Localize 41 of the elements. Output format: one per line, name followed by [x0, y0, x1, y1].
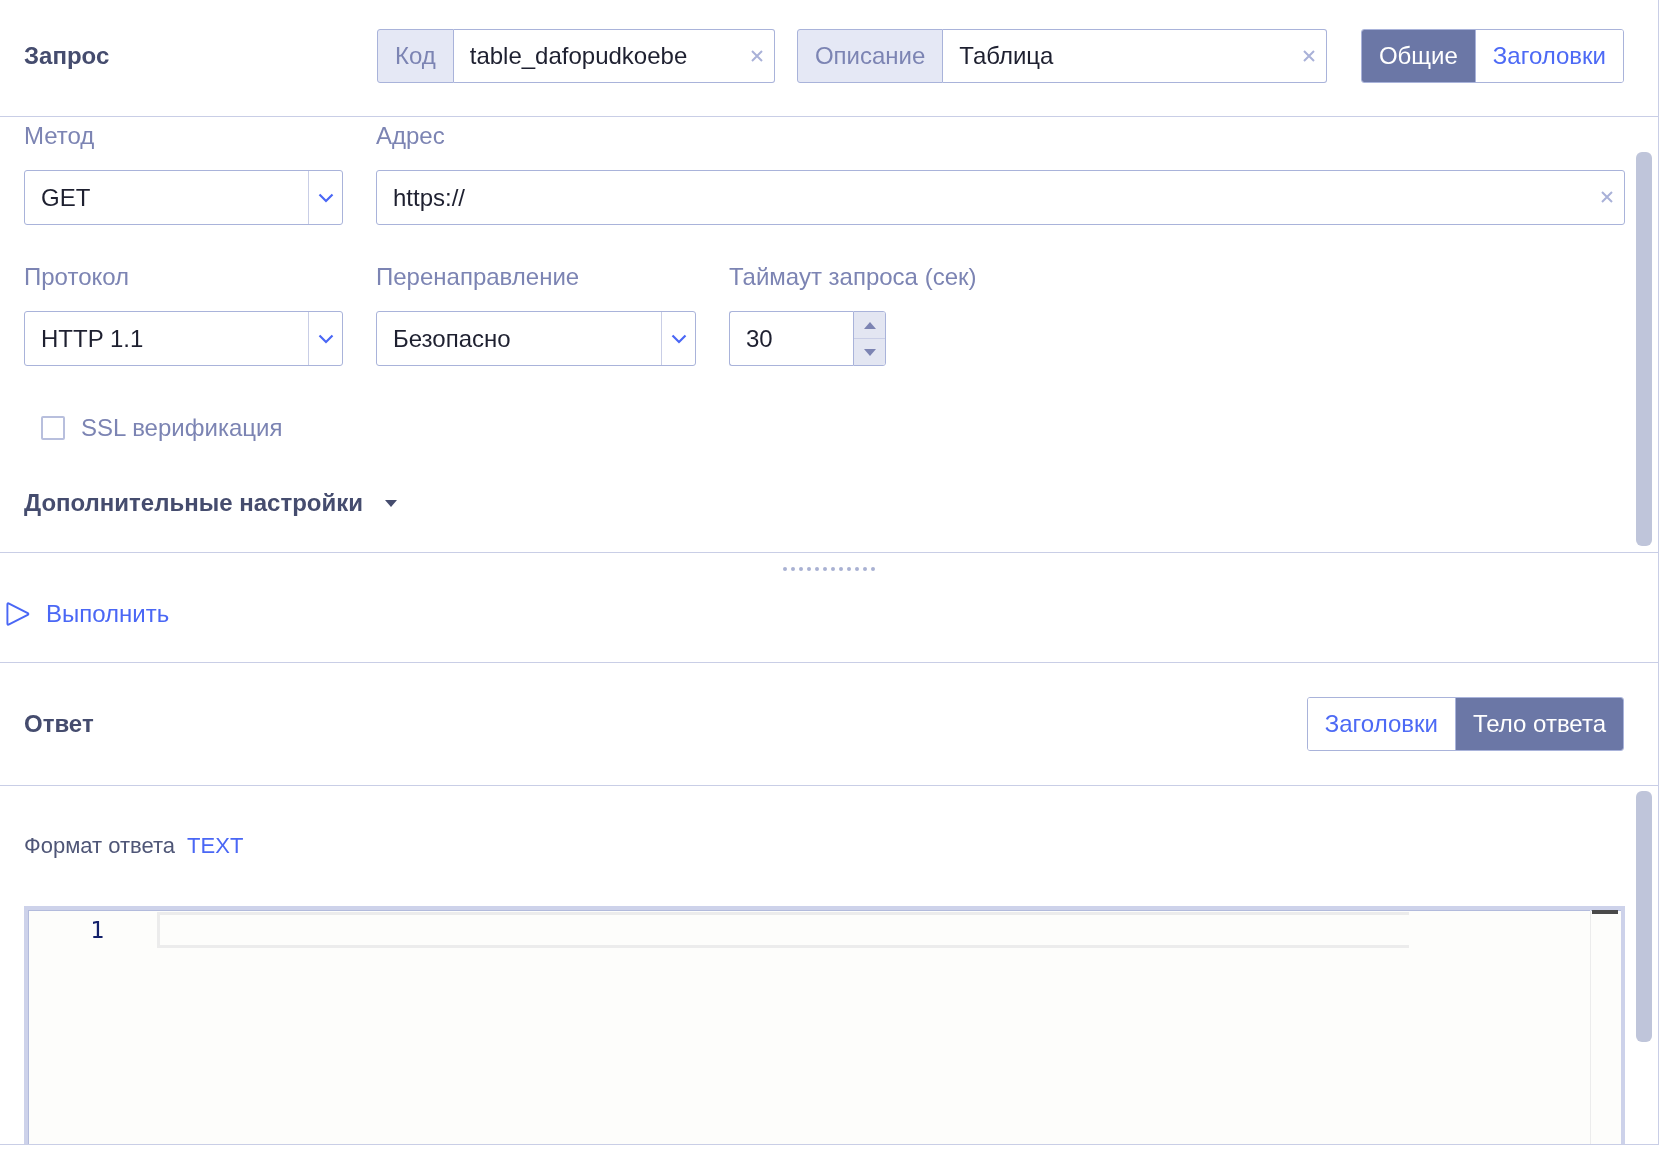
tab[interactable]: Тело ответа — [1454, 698, 1623, 750]
section-title: Ответ — [24, 710, 95, 738]
code-input[interactable]: table_dafopudkoebe — [453, 29, 775, 83]
field-label: Адрес — [376, 121, 445, 151]
line-number: 1 — [89, 916, 104, 945]
method-dropdown[interactable]: GET — [24, 170, 343, 225]
field-label: Метод — [24, 121, 95, 151]
triangle-down-icon — [863, 348, 876, 356]
timeout-input[interactable]: 30 — [729, 311, 853, 366]
checkbox-label: SSL верификация — [81, 413, 283, 443]
run-button[interactable]: Выполнить — [5, 594, 170, 634]
clear-icon[interactable] — [1601, 191, 1613, 203]
response-format-label: Формат ответа — [24, 833, 176, 859]
field-label: Перенаправление — [376, 262, 580, 292]
chevron-down-icon — [670, 333, 687, 344]
response-format-link[interactable]: TEXT — [187, 833, 244, 859]
address-input[interactable]: https:// — [376, 170, 1625, 225]
description-input[interactable]: Таблица — [943, 29, 1327, 83]
advanced-settings-toggle[interactable]: Дополнительные настройки — [24, 487, 397, 519]
field-prefix-label: Описание — [796, 29, 944, 83]
triangle-up-icon — [863, 321, 876, 329]
clear-icon[interactable] — [1302, 50, 1315, 62]
field-prefix-label: Код — [376, 29, 454, 83]
protocol-dropdown[interactable]: HTTP 1.1 — [24, 311, 343, 366]
checkbox[interactable] — [41, 416, 65, 440]
tab[interactable]: Общие — [1361, 30, 1475, 82]
chevron-down-icon — [317, 192, 334, 203]
section-title: Запрос — [24, 42, 111, 70]
scrollbar-thumb[interactable] — [1636, 791, 1652, 1042]
redirect-dropdown[interactable]: Безопасно — [376, 311, 696, 366]
drag-handle-icon[interactable] — [783, 567, 875, 571]
field-label: Таймаут запроса (сек) — [729, 262, 977, 292]
clear-icon[interactable] — [750, 50, 763, 62]
scrollbar-thumb[interactable] — [1636, 152, 1652, 546]
increment-button[interactable] — [854, 312, 885, 338]
field-label: Протокол — [24, 262, 130, 292]
decrement-button[interactable] — [854, 338, 885, 365]
play-icon — [5, 601, 30, 627]
code-editor[interactable]: 1 — [24, 906, 1625, 1144]
tab[interactable]: Заголовки — [1474, 30, 1623, 82]
chevron-down-icon — [317, 333, 334, 344]
